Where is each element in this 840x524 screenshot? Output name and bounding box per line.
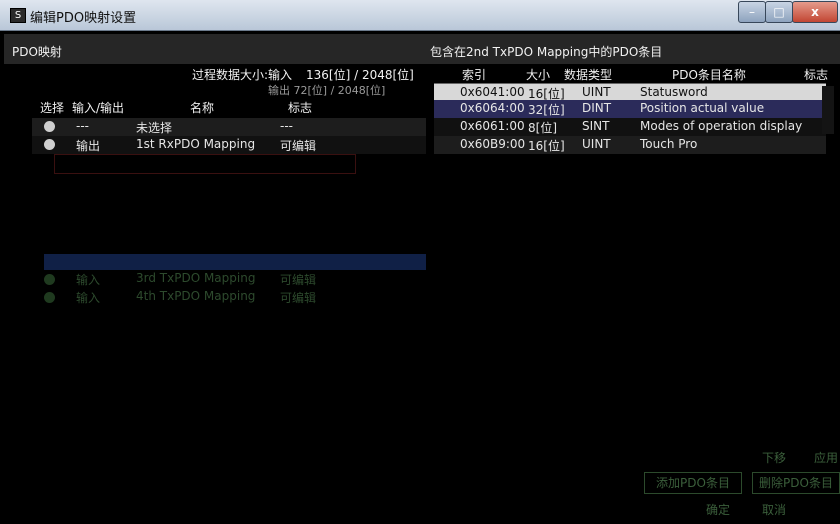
entry-name: Position actual value (640, 101, 765, 115)
add-pdo-entry-button[interactable]: 添加PDO条目 (644, 472, 742, 494)
mapping-table-header: 选择 输入/输出 名称 标志 (32, 98, 432, 116)
entry-name: Statusword (640, 85, 708, 99)
entry-index: 0x6041:00 (460, 85, 525, 99)
input-size-value: 136[位] / 2048[位] (306, 68, 414, 82)
row-flag: 可编辑 (280, 139, 317, 153)
output-size-value: 输出 72[位] / 2048[位] (268, 84, 386, 97)
move-down-button[interactable]: 下移 (756, 448, 792, 468)
pdo-mapping-dialog: S 编辑PDO映射设置 – □ x PDO映射 过程数据大小:输入 136[位]… (0, 0, 840, 524)
maximize-button[interactable]: □ (765, 1, 793, 23)
row-io: 输出 (76, 139, 101, 153)
radio-icon[interactable] (44, 139, 55, 150)
entry-index: 0x6061:00 (460, 119, 525, 133)
row-io: 输入 (76, 273, 101, 287)
selected-row-outline (54, 154, 356, 174)
pdo-mapping-label: PDO映射 (12, 45, 62, 59)
entry-type: UINT (582, 137, 611, 151)
col-entry-name: PDO条目名称 (672, 68, 746, 82)
title-bar: S 编辑PDO映射设置 – □ x (0, 0, 840, 31)
pdo-entries-label: 包含在2nd TxPDO Mapping中的PDO条目 (430, 45, 663, 59)
app-icon: S (10, 8, 26, 23)
row-io: --- (76, 119, 89, 133)
entry-name: Modes of operation display (640, 119, 803, 133)
table-row[interactable]: 输出 1st RxPDO Mapping 可编辑 (32, 136, 432, 154)
radio-icon[interactable] (44, 121, 55, 132)
entry-index: 0x60B9:00 (460, 137, 526, 151)
row-flag: --- (280, 119, 293, 133)
entry-name: Touch Pro (640, 137, 698, 151)
entry-type: DINT (582, 101, 612, 115)
col-name: 名称 (190, 101, 215, 115)
entry-size: 16[位] (528, 139, 565, 153)
table-row[interactable]: 0x60B9:00 16[位] UINT Touch Pro (434, 136, 826, 154)
row-name: 未选择 (136, 121, 173, 135)
row-io: 输入 (76, 291, 101, 305)
col-type: 数据类型 (564, 68, 613, 82)
row-name: 4th TxPDO Mapping (136, 289, 256, 303)
minimize-button[interactable]: – (738, 1, 766, 23)
row-flag: 可编辑 (280, 291, 317, 305)
entry-index: 0x6064:00 (460, 101, 525, 115)
row-name: 3rd TxPDO Mapping (136, 271, 256, 285)
col-io: 输入/输出 (72, 101, 125, 115)
entries-table-header: 索引 大小 数据类型 PDO条目名称 标志 (434, 65, 829, 84)
table-row[interactable]: 0x6064:00 32[位] DINT Position actual val… (434, 100, 826, 118)
col-index: 索引 (462, 68, 487, 82)
row-flag: 可编辑 (280, 273, 317, 287)
table-row[interactable]: 0x6061:00 8[位] SINT Modes of operation d… (434, 118, 826, 136)
selected-row[interactable] (44, 254, 434, 270)
row-name: 1st RxPDO Mapping (136, 137, 256, 151)
entry-type: UINT (582, 85, 611, 99)
close-button[interactable]: x (792, 1, 838, 23)
entry-size: 8[位] (528, 121, 557, 135)
col-select: 选择 (40, 101, 65, 115)
window-title: 编辑PDO映射设置 (30, 11, 137, 26)
table-row[interactable]: --- 未选择 --- (32, 118, 432, 136)
pdo-mapping-panel: PDO映射 过程数据大小:输入 136[位] / 2048[位] 输出 72[位… (4, 34, 434, 520)
ok-button[interactable]: 确定 (700, 500, 736, 520)
col-size: 大小 (526, 68, 551, 82)
entries-scrollbar[interactable] (822, 86, 834, 134)
entry-type: SINT (582, 119, 610, 133)
left-header-strip (4, 34, 426, 64)
col-flag: 标志 (804, 68, 829, 82)
col-flag: 标志 (288, 101, 313, 115)
process-data-size-label: 过程数据大小:输入 (192, 68, 293, 82)
delete-pdo-entry-button[interactable]: 删除PDO条目 (752, 472, 840, 494)
entry-size: 32[位] (528, 103, 565, 117)
cancel-button[interactable]: 取消 (756, 500, 792, 520)
radio-icon[interactable] (44, 292, 55, 303)
apply-button[interactable]: 应用 (812, 448, 840, 468)
radio-icon[interactable] (44, 274, 55, 285)
